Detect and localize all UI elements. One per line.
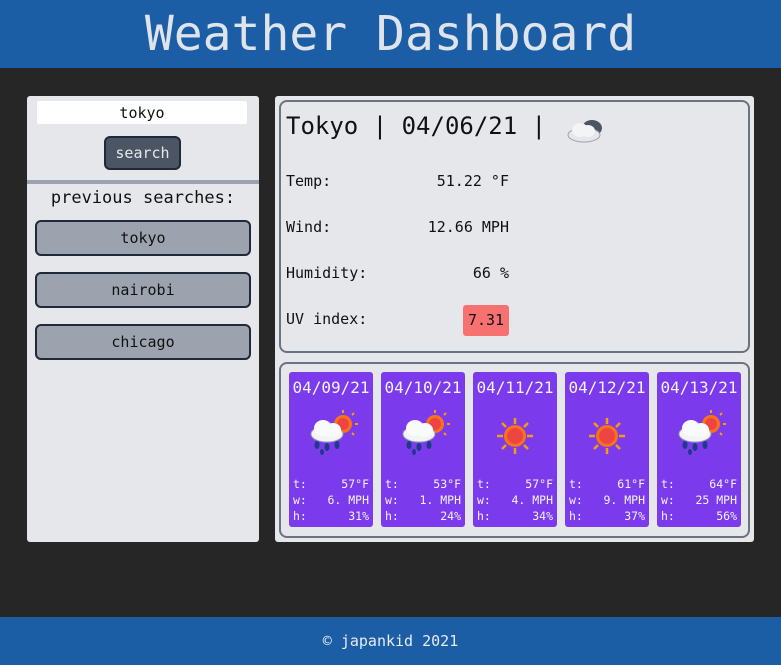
footer-text: © japankid 2021 xyxy=(322,632,459,650)
forecast-row-w: w: 6. MPH xyxy=(293,493,369,508)
forecast-date: 04/10/21 xyxy=(384,378,462,397)
forecast-value-t: 61°F xyxy=(617,477,645,491)
page-header: Weather Dashboard xyxy=(0,0,781,68)
forecast-label-h: h: xyxy=(661,509,675,523)
forecast-value-t: 64°F xyxy=(709,477,737,491)
current-heading: Tokyo | 04/06/21 | xyxy=(286,112,547,140)
current-weather-card: Tokyo | 04/06/21 | Temp: 51.22 °F Wind: … xyxy=(279,100,750,353)
five-day-forecast: 04/09/21 t: 57°F w: 6. MPH h: 31% 04/10/21 t: 53°… xyxy=(279,362,750,538)
forecast-value-h: 31% xyxy=(348,509,369,523)
forecast-label-w: w: xyxy=(661,493,675,507)
forecast-day-card: 04/09/21 t: 57°F w: 6. MPH h: 31% xyxy=(289,372,373,527)
forecast-value-w: 1. MPH xyxy=(419,493,461,507)
forecast-label-h: h: xyxy=(293,509,307,523)
forecast-label-t: t: xyxy=(661,477,675,491)
sun-icon xyxy=(497,418,533,454)
temp-label: Temp: xyxy=(286,172,332,190)
forecast-label-w: w: xyxy=(569,493,583,507)
forecast-value-w: 4. MPH xyxy=(511,493,553,507)
forecast-value-w: 6. MPH xyxy=(327,493,369,507)
forecast-value-t: 57°F xyxy=(341,477,369,491)
page-title: Weather Dashboard xyxy=(144,6,637,62)
forecast-row-h: h: 24% xyxy=(385,509,461,524)
uv-label: UV index: xyxy=(286,310,368,328)
forecast-row-t: t: 57°F xyxy=(293,477,369,492)
forecast-row-w: w: 9. MPH xyxy=(569,493,645,508)
current-date: 04/06/21 xyxy=(401,112,518,140)
forecast-label-t: t: xyxy=(569,477,583,491)
forecast-value-h: 24% xyxy=(440,509,461,523)
city-search-input[interactable] xyxy=(37,101,247,124)
rain-sun-icon xyxy=(310,410,358,455)
forecast-label-t: t: xyxy=(477,477,491,491)
history-item-tokyo[interactable]: tokyo xyxy=(35,220,251,256)
forecast-row-w: w: 1. MPH xyxy=(385,493,461,508)
forecast-row-w: w: 25 MPH xyxy=(661,493,737,508)
forecast-row-h: h: 31% xyxy=(293,509,369,524)
forecast-row-t: t: 53°F xyxy=(385,477,461,492)
forecast-label-h: h: xyxy=(569,509,583,523)
search-sidebar: search previous searches: tokyo nairobi … xyxy=(27,96,259,542)
rain-sun-icon xyxy=(678,410,726,455)
forecast-row-w: w: 4. MPH xyxy=(477,493,553,508)
forecast-label-t: t: xyxy=(293,477,307,491)
forecast-day-card: 04/13/21 t: 64°F w: 25 MPH h: 56% xyxy=(657,372,741,527)
forecast-value-h: 37% xyxy=(624,509,645,523)
page-footer: © japankid 2021 xyxy=(0,617,781,665)
wind-label: Wind: xyxy=(286,218,332,236)
forecast-row-h: h: 56% xyxy=(661,509,737,524)
forecast-label-w: w: xyxy=(385,493,399,507)
forecast-date: 04/12/21 xyxy=(568,378,646,397)
forecast-value-w: 9. MPH xyxy=(603,493,645,507)
uv-index-badge: 7.31 xyxy=(463,305,509,336)
forecast-value-h: 34% xyxy=(532,509,553,523)
humidity-label: Humidity: xyxy=(286,264,368,282)
forecast-day-card: 04/11/21 t: 57°F w: 4. MPH h: 34% xyxy=(473,372,557,527)
temp-value: 51.22 °F xyxy=(436,172,509,190)
forecast-row-h: h: 34% xyxy=(477,509,553,524)
forecast-row-h: h: 37% xyxy=(569,509,645,524)
forecast-value-t: 53°F xyxy=(433,477,461,491)
forecast-row-t: t: 64°F xyxy=(661,477,737,492)
cloudy-icon xyxy=(567,120,602,143)
sun-icon xyxy=(589,418,625,454)
forecast-day-card: 04/10/21 t: 53°F w: 1. MPH h: 24% xyxy=(381,372,465,527)
forecast-label-w: w: xyxy=(293,493,307,507)
forecast-date: 04/09/21 xyxy=(292,378,370,397)
search-button[interactable]: search xyxy=(104,136,181,170)
wind-value: 12.66 MPH xyxy=(427,218,509,236)
forecast-label-h: h: xyxy=(385,509,399,523)
sidebar-divider xyxy=(27,180,259,184)
history-item-nairobi[interactable]: nairobi xyxy=(35,272,251,308)
forecast-value-w: 25 MPH xyxy=(695,493,737,507)
forecast-date: 04/11/21 xyxy=(476,378,554,397)
forecast-value-t: 57°F xyxy=(525,477,553,491)
forecast-row-t: t: 61°F xyxy=(569,477,645,492)
forecast-label-t: t: xyxy=(385,477,399,491)
history-item-chicago[interactable]: chicago xyxy=(35,324,251,360)
forecast-label-w: w: xyxy=(477,493,491,507)
forecast-date: 04/13/21 xyxy=(660,378,738,397)
previous-searches-title: previous searches: xyxy=(50,188,236,208)
humidity-value: 66 % xyxy=(472,264,509,282)
forecast-value-h: 56% xyxy=(716,509,737,523)
forecast-day-card: 04/12/21 t: 61°F w: 9. MPH h: 37% xyxy=(565,372,649,527)
forecast-label-h: h: xyxy=(477,509,491,523)
weather-main-panel: Tokyo | 04/06/21 | Temp: 51.22 °F Wind: … xyxy=(275,96,754,542)
rain-sun-icon xyxy=(402,410,450,455)
forecast-row-t: t: 57°F xyxy=(477,477,553,492)
current-city: Tokyo xyxy=(286,112,359,140)
